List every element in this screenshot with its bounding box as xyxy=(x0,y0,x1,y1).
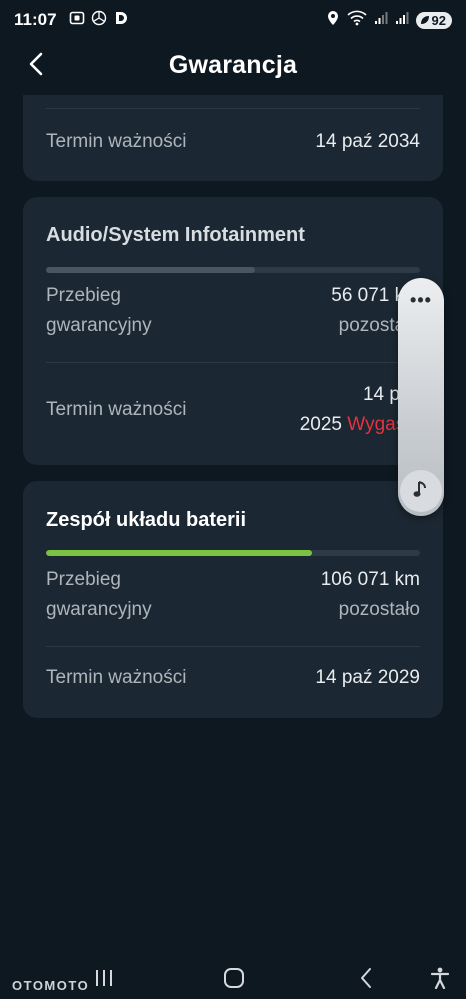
expiry-value: 14 paź 2034 xyxy=(315,131,420,152)
signal-icon-2 xyxy=(395,11,409,30)
mileage-label-line1: Przebieg xyxy=(46,569,121,590)
warranty-card-1: Termin ważności 14 paź 2034 xyxy=(23,95,443,181)
warranty-card-battery[interactable]: Zespół układu baterii Przebieg gwarancyj… xyxy=(23,481,443,718)
expiry-year: 2025 xyxy=(299,414,343,435)
card-title: Zespół układu baterii xyxy=(46,509,247,531)
mileage-label-line1: Przebieg xyxy=(46,285,121,306)
status-time: 11:07 xyxy=(14,10,57,29)
expiry-row: Termin ważności 14 paź 2034 xyxy=(46,127,420,157)
battery-indicator: 92 xyxy=(415,11,452,29)
warranty-progress-bar xyxy=(46,267,420,273)
mercedes-app-icon xyxy=(91,10,107,31)
recent-apps-icon xyxy=(94,969,114,992)
wifi-icon xyxy=(346,10,367,31)
music-note-icon xyxy=(412,479,430,504)
warranty-progress-fill xyxy=(46,267,256,273)
status-system-icons: 92 xyxy=(326,10,452,31)
battery-level: 92 xyxy=(431,12,446,28)
expiry-row: Termin ważności 14 paź 2025 Wygasło xyxy=(46,380,420,440)
expiry-row: Termin ważności 14 paź 2029 xyxy=(46,663,420,693)
mileage-label-line2: gwarancyjny xyxy=(46,599,152,620)
mileage-row: Przebieg gwarancyjny 106 071 km pozostał… xyxy=(46,565,420,625)
warranty-card-infotainment[interactable]: Audio/System Infotainment Przebieg gwara… xyxy=(23,197,443,465)
mileage-value-line2: pozostało xyxy=(338,599,420,620)
battery-leaf-icon xyxy=(420,13,430,28)
mileage-row: Przebieg gwarancyjny 56 071 km pozostało xyxy=(46,281,420,341)
back-button[interactable] xyxy=(20,50,52,82)
status-bar: 11:07 92 xyxy=(0,0,466,40)
mileage-value: 106 071 km pozostało xyxy=(321,565,420,625)
volume-knob[interactable] xyxy=(400,470,442,512)
more-dots-icon[interactable]: ••• xyxy=(398,290,444,311)
mileage-label: Przebieg gwarancyjny xyxy=(46,565,152,625)
mileage-label-line2: gwarancyjny xyxy=(46,315,152,336)
expiry-label: Termin ważności xyxy=(46,667,187,688)
page-title: Gwarancja xyxy=(168,50,298,79)
status-notification-icons xyxy=(69,10,129,31)
mileage-label: Przebieg gwarancyjny xyxy=(46,281,152,341)
otomoto-watermark: OTOMOTO xyxy=(12,978,90,993)
mileage-value-line1: 106 071 km xyxy=(320,569,420,590)
accessibility-icon xyxy=(430,967,450,994)
system-nav-bar: OTOMOTO xyxy=(0,950,466,999)
volume-slider[interactable]: ••• xyxy=(398,278,444,516)
card-divider xyxy=(46,362,420,363)
recent-apps-button[interactable] xyxy=(84,960,124,999)
card-title: Audio/System Infotainment xyxy=(46,224,305,246)
expiry-label: Termin ważności xyxy=(46,399,187,420)
location-icon xyxy=(326,10,340,31)
warranty-progress-fill xyxy=(46,550,312,556)
card-divider xyxy=(46,108,420,109)
warranty-progress-bar xyxy=(46,550,420,556)
nav-back-button[interactable] xyxy=(346,960,386,999)
home-button[interactable] xyxy=(214,960,254,999)
accessibility-button[interactable] xyxy=(420,960,460,999)
screenshot-icon xyxy=(69,10,85,31)
expiry-value: 14 paź 2029 xyxy=(315,667,420,688)
expiry-label: Termin ważności xyxy=(46,131,187,152)
nav-back-icon xyxy=(359,967,373,994)
card-divider xyxy=(46,646,420,647)
chevron-left-icon xyxy=(29,52,43,81)
app-header: Gwarancja xyxy=(0,40,466,90)
signal-icon-1 xyxy=(374,11,388,30)
d-app-icon xyxy=(113,10,129,31)
home-icon xyxy=(223,967,245,994)
